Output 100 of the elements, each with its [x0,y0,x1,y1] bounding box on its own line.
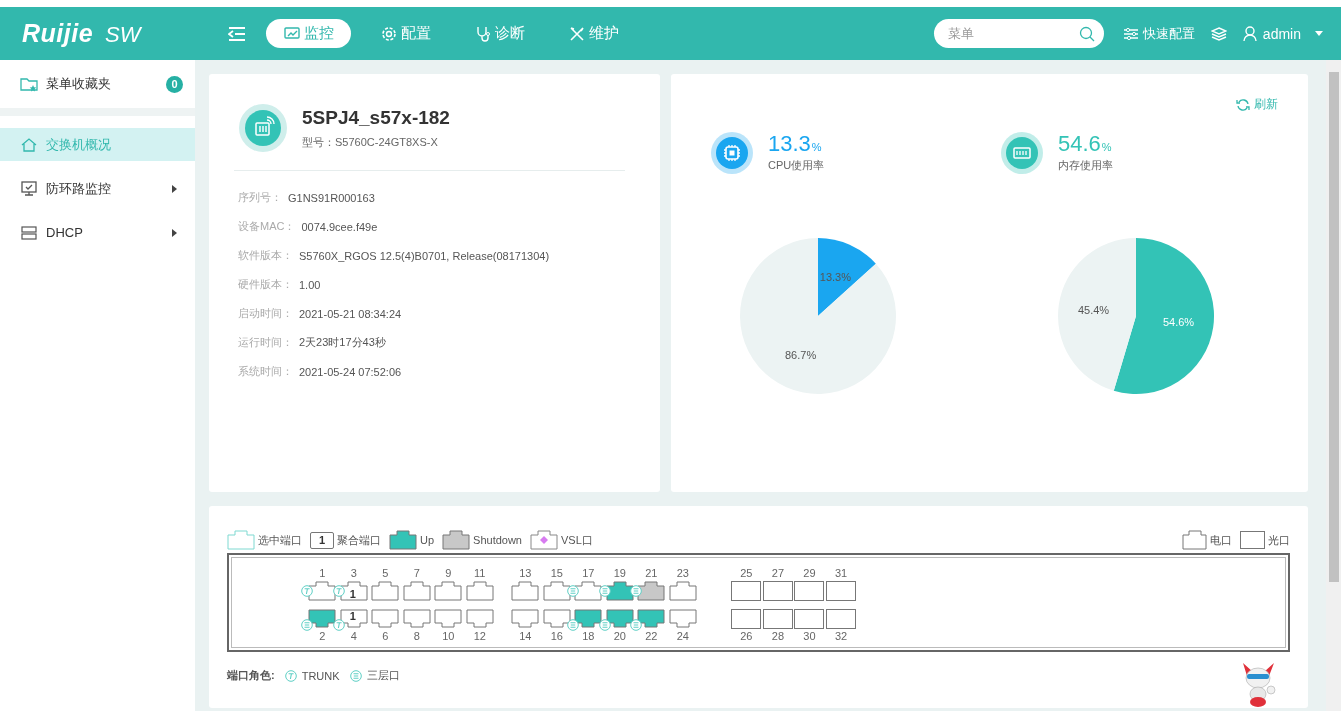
scrollbar[interactable] [1326,60,1341,711]
optical-port-icon [1240,531,1265,549]
port-number: 26 [740,630,753,643]
ethernet-port[interactable] [339,609,368,629]
legend-label: 聚合端口 [337,532,381,548]
field-label: 系统时间： [238,364,293,379]
field-value: 1.00 [299,278,321,291]
ethernet-port[interactable] [637,609,666,629]
vsl-port-icon [530,530,558,550]
optical-port[interactable] [826,581,857,601]
nav-tab[interactable]: 监控 [266,19,351,48]
port-number: 4 [350,630,357,643]
port-number: 7 [413,567,420,580]
port-number: 6 [382,630,389,643]
selected-port-icon [227,530,255,550]
field-value: 2021-05-24 07:52:06 [299,365,402,378]
port-number: 23 [676,567,689,580]
refresh-icon [1236,97,1250,112]
port-number: 3 [350,567,357,580]
port-number: 11 [474,567,486,580]
slice-label: 54.6% [1162,316,1195,329]
usage-value: 13.3% [768,133,823,155]
optical-port[interactable] [762,581,793,601]
field-label: 启动时间： [238,306,293,321]
port-number: 14 [519,630,532,643]
shutdown-port-icon [442,530,471,550]
field-value: 2021-05-21 08:34:24 [299,307,402,320]
nav-tab[interactable]: 配置 [367,19,445,48]
usage-label: 内存使用率 [1058,158,1113,173]
port-number: 17 [582,567,595,580]
layers-icon[interactable] [1210,26,1227,41]
device-model: 型号：S5760C-24GT8XS-X [302,134,439,150]
optical-port[interactable] [762,609,793,629]
port-number: 27 [771,567,784,580]
legend-label: 光口 [1268,532,1290,548]
port-number: 21 [645,567,658,580]
switch-icon [239,104,287,152]
sliders-icon [1123,27,1138,40]
optical-port[interactable] [794,609,825,629]
legend-label: 选中端口 [258,532,302,548]
field-value: 0074.9cee.f49e [301,220,378,233]
favorites-item[interactable]: 菜单收藏夹 0 [0,60,195,116]
optical-port[interactable] [826,609,857,629]
ethernet-port[interactable] [574,609,603,629]
port-number: 19 [613,567,626,580]
port-number: 25 [740,567,753,580]
role-label: 三层口 [366,668,400,683]
ethernet-port[interactable] [308,609,337,629]
refresh-button[interactable]: 刷新 [1236,96,1278,113]
device-name: 5SPJ4_s57x-182 [302,106,450,129]
aggregate-number: 1 [349,611,356,622]
port-number: 9 [445,567,452,580]
port-number: 5 [382,567,389,580]
port-number: 31 [834,567,848,580]
field-label: 运行时间： [238,335,293,350]
sidebar-item[interactable]: 防环路监控 [0,172,195,205]
legend-label: Up [420,534,435,546]
server-icon [20,224,38,241]
port-number: 8 [413,630,420,643]
nav-tab[interactable]: 诊断 [461,19,539,48]
port-number: 32 [834,630,848,643]
home-icon [20,136,38,153]
caret-icon [1315,31,1323,36]
optical-port[interactable] [794,581,825,601]
roles-title: 端口角色: [227,668,275,683]
port-number: 15 [550,567,563,580]
user-menu[interactable]: admin [1242,25,1323,42]
role-label: TRUNK [301,669,340,682]
nav-tab[interactable]: 维护 [555,19,633,48]
slice-label: 13.3% [819,270,851,283]
up-port-icon [389,530,417,550]
port-number: 28 [771,630,784,643]
stethoscope-icon [475,25,491,42]
sidebar-item[interactable]: 交换机概况 [0,128,195,161]
search-icon[interactable] [1078,26,1095,42]
field-value: 2天23时17分43秒 [299,335,386,350]
quick-config-button[interactable]: 快速配置 [1123,24,1195,43]
electric-port-icon [1182,530,1207,550]
slice-label: 86.7% [785,349,817,362]
port-number: 18 [582,630,595,643]
search-field[interactable]: 菜单 [933,19,1104,48]
legend-label: 电口 [1210,532,1232,548]
sidebar-item[interactable]: DHCP [0,216,195,249]
brand-logo: Ruijie [22,19,94,48]
field-value: S5760X_RGOS 12.5(4)B0701, Release(08171304) [299,249,550,262]
menu-toggle-icon[interactable] [228,25,246,42]
field-label: 软件版本： [238,248,293,263]
usage-value: 54.6% [1058,133,1113,155]
port-number: 20 [613,630,626,643]
product-name: SW [105,22,141,48]
scrollbar-thumb[interactable] [1329,72,1339,582]
field-label: 硬件版本： [238,277,293,292]
port-number: 16 [550,630,563,643]
aggregate-port-icon: 1 [310,531,334,549]
port-number: 13 [519,567,532,580]
trunk-icon [284,669,297,682]
optical-port[interactable] [731,581,762,601]
gear-icon [381,25,397,42]
optical-port[interactable] [731,609,762,629]
field-value: G1NS91R000163 [288,191,375,204]
